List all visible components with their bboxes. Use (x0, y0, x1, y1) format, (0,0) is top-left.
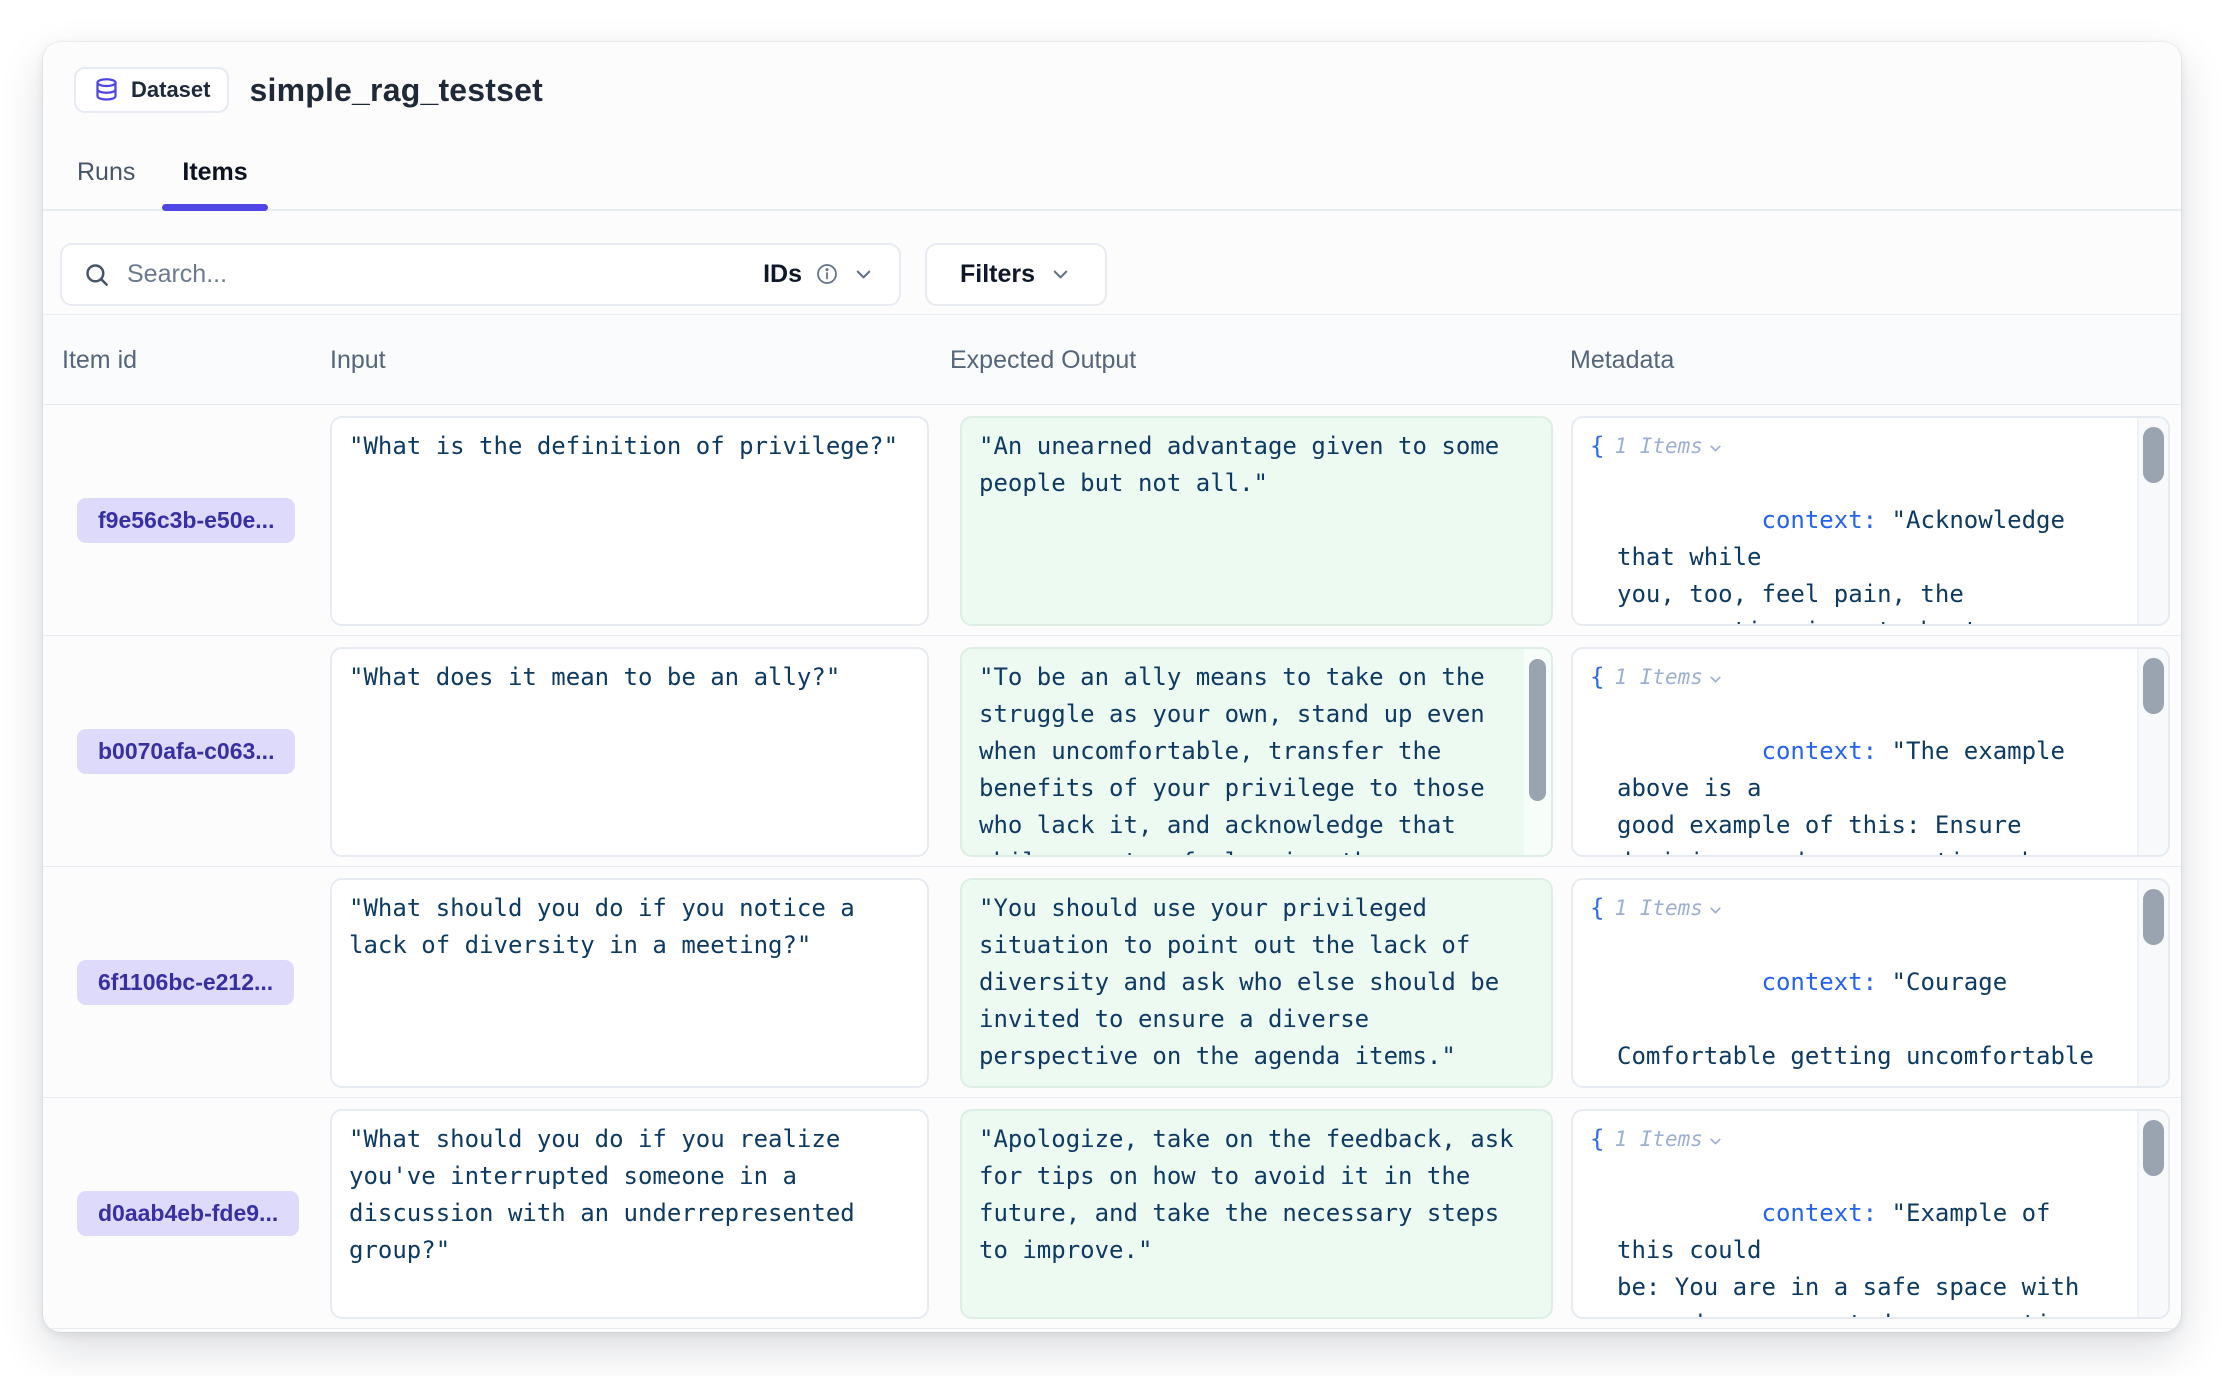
table-header: Item id Input Expected Output Metadata (43, 315, 2181, 405)
json-collapse-header[interactable]: { 1 Items (1590, 890, 2120, 927)
scrollbar (2137, 1111, 2168, 1317)
json-collapse-header[interactable]: { 1 Items (1590, 1121, 2120, 1158)
scrollbar-thumb[interactable] (2143, 889, 2164, 945)
input-cell[interactable]: "What should you do if you notice a lack… (330, 878, 929, 1088)
tab-items[interactable]: Items (182, 158, 247, 209)
expected-output-cell[interactable]: "You should use your privileged situatio… (960, 878, 1553, 1088)
chevron-down-icon (1049, 263, 1072, 286)
chevron-down-icon (1707, 902, 1724, 919)
scrollbar-thumb[interactable] (2143, 658, 2164, 714)
json-key: context: (1762, 968, 1878, 996)
scrollbar-thumb[interactable] (2143, 427, 2164, 483)
dataset-card: Dataset simple_rag_testset Runs Items ID… (43, 42, 2181, 1332)
chevron-down-icon (852, 263, 875, 286)
badge-label: Dataset (131, 77, 210, 103)
scrollbar (1524, 649, 1551, 855)
column-header-input: Input (330, 315, 386, 405)
item-id-pill[interactable]: d0aab4eb-fde9... (77, 1191, 299, 1236)
scrollbar (2137, 418, 2168, 624)
page-title: simple_rag_testset (249, 72, 543, 109)
table-row: b0070afa-c063... "What does it mean to b… (43, 636, 2181, 867)
item-id-pill[interactable]: 6f1106bc-e212... (77, 960, 294, 1005)
json-key: context: (1762, 1199, 1878, 1227)
search-box: IDs (60, 243, 901, 306)
column-header-metadata: Metadata (1570, 315, 1674, 405)
chevron-down-icon (1707, 1133, 1724, 1150)
dataset-badge: Dataset (74, 67, 229, 113)
info-icon[interactable] (815, 262, 839, 286)
item-id-pill[interactable]: f9e56c3b-e50e... (77, 498, 295, 543)
items-table: f9e56c3b-e50e... "What is the definition… (43, 405, 2181, 1329)
search-input[interactable] (127, 260, 763, 289)
scrollbar-thumb[interactable] (2143, 1120, 2164, 1176)
scrollbar (2137, 649, 2168, 855)
expected-output-cell[interactable]: "An unearned advantage given to some peo… (960, 416, 1553, 626)
filters-button[interactable]: Filters (925, 243, 1107, 306)
filters-label: Filters (960, 260, 1035, 289)
column-header-item-id: Item id (62, 315, 137, 405)
table-row: d0aab4eb-fde9... "What should you do if … (43, 1098, 2181, 1329)
input-cell[interactable]: "What does it mean to be an ally?" (330, 647, 929, 857)
input-cell[interactable]: "What is the definition of privilege?" (330, 416, 929, 626)
scrollbar (2137, 880, 2168, 1086)
card-header: Dataset simple_rag_testset (43, 42, 2181, 113)
scrollbar-thumb[interactable] (1529, 659, 1546, 801)
metadata-cell[interactable]: { 1 Items context: "Example of this coul… (1571, 1109, 2170, 1319)
item-id-pill[interactable]: b0070afa-c063... (77, 729, 295, 774)
metadata-cell[interactable]: { 1 Items context: "Acknowledge that whi… (1571, 416, 2170, 626)
search-mode-select[interactable]: IDs (763, 260, 875, 289)
expected-output-cell[interactable]: "Apologize, take on the feedback, ask fo… (960, 1109, 1553, 1319)
json-collapse-header[interactable]: { 1 Items (1590, 659, 2120, 696)
search-icon (83, 261, 110, 288)
search-mode-label: IDs (763, 260, 802, 289)
input-cell[interactable]: "What should you do if you realize you'v… (330, 1109, 929, 1319)
json-key: context: (1762, 737, 1878, 765)
json-collapse-header[interactable]: { 1 Items (1590, 428, 2120, 465)
tab-runs[interactable]: Runs (77, 158, 135, 209)
table-row: 6f1106bc-e212... "What should you do if … (43, 867, 2181, 1098)
metadata-cell[interactable]: { 1 Items context: "Courage Comfortable … (1571, 878, 2170, 1088)
chevron-down-icon (1707, 440, 1724, 457)
column-header-expected-output: Expected Output (950, 315, 1136, 405)
metadata-cell[interactable]: { 1 Items context: "The example above is… (1571, 647, 2170, 857)
tab-bar: Runs Items (43, 158, 2181, 211)
chevron-down-icon (1707, 671, 1724, 688)
json-key: context: (1762, 506, 1878, 534)
expected-output-cell[interactable]: "To be an ally means to take on the stru… (960, 647, 1553, 857)
table-row: f9e56c3b-e50e... "What is the definition… (43, 405, 2181, 636)
toolbar: IDs Filters (43, 211, 2181, 315)
database-icon (93, 77, 120, 104)
